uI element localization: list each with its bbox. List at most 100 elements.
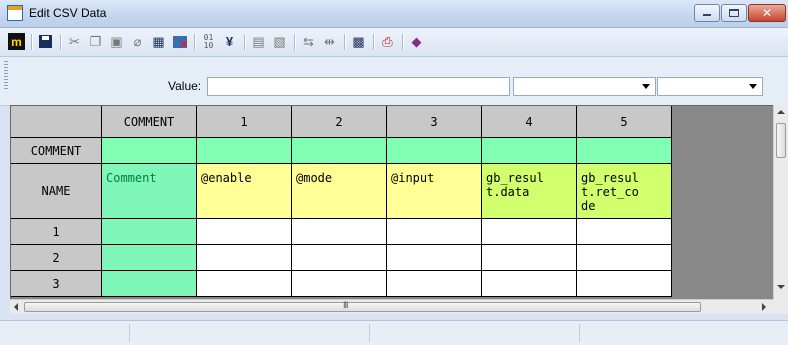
maximize-icon: [729, 9, 739, 17]
toolbar-grip[interactable]: [4, 61, 8, 91]
vertical-scroll-thumb[interactable]: [776, 123, 786, 158]
row-header[interactable]: NAME: [11, 164, 102, 219]
value-label: Value:: [168, 79, 202, 93]
grid-cell[interactable]: [102, 271, 197, 297]
grid-cell[interactable]: [197, 271, 292, 297]
toolbar-separator: [294, 34, 296, 50]
grid-cell[interactable]: [577, 219, 672, 245]
grid-cell[interactable]: gb_resul t.data: [482, 164, 577, 219]
status-bar: [0, 320, 788, 345]
value-combo-1[interactable]: [513, 77, 656, 96]
toolbar-separator: [60, 34, 62, 50]
chevron-down-icon[interactable]: [749, 84, 757, 89]
chevron-down-icon[interactable]: [642, 84, 650, 89]
paste-icon[interactable]: ▣: [108, 33, 125, 50]
toolbar-separator: [31, 34, 33, 50]
close-button[interactable]: ✕: [748, 4, 786, 22]
toolbar: m ✂ ❐ ▣ ⌀ ▦ ✕ 01 10 ¥ ▤ ▧ ⇆ ⇹ ▩ ⎙ ◆: [0, 28, 788, 57]
toolbar-separator: [402, 34, 404, 50]
grid-cell[interactable]: [102, 138, 197, 164]
grid-cell[interactable]: @mode: [292, 164, 387, 219]
grid-cell[interactable]: [102, 245, 197, 271]
export-icon[interactable]: ▧: [271, 33, 288, 50]
status-pane: [0, 324, 130, 342]
grid-cell[interactable]: [292, 271, 387, 297]
toolbar-separator: [373, 34, 375, 50]
horizontal-scrollbar[interactable]: III: [10, 299, 773, 314]
grid-cell[interactable]: [102, 219, 197, 245]
copy-icon[interactable]: ❐: [87, 33, 104, 50]
column-header[interactable]: 1: [197, 106, 292, 138]
grid-cell[interactable]: [292, 138, 387, 164]
grid-cell[interactable]: [197, 138, 292, 164]
delete-sheet-icon[interactable]: ✕: [171, 33, 189, 50]
scroll-up-icon[interactable]: [777, 110, 785, 114]
column-header[interactable]: 4: [482, 106, 577, 138]
row-header[interactable]: 2: [11, 245, 102, 271]
grid-corner[interactable]: [11, 106, 102, 138]
grid-cell[interactable]: [387, 138, 482, 164]
grid-icon[interactable]: ▦: [150, 33, 167, 50]
cut-icon[interactable]: ✂: [66, 33, 83, 50]
print-icon[interactable]: ⎙: [379, 33, 396, 50]
grid-cell[interactable]: [387, 219, 482, 245]
toolbar-separator: [194, 34, 196, 50]
grid-cell[interactable]: [482, 271, 577, 297]
toolbar-separator: [344, 34, 346, 50]
vertical-scrollbar[interactable]: [773, 105, 788, 299]
grid-cell[interactable]: [387, 271, 482, 297]
maximize-button[interactable]: [721, 4, 747, 22]
status-pane: [370, 324, 580, 342]
window-title: Edit CSV Data: [29, 6, 107, 20]
grid-cell[interactable]: [577, 271, 672, 297]
scrollbar-corner: [773, 299, 788, 314]
grid-cell[interactable]: [197, 219, 292, 245]
row-header[interactable]: 3: [11, 271, 102, 297]
status-pane: [130, 324, 370, 342]
grid-cell[interactable]: [292, 245, 387, 271]
scroll-right-icon[interactable]: [762, 303, 766, 311]
column-header[interactable]: 2: [292, 106, 387, 138]
link-icon[interactable]: ⇆: [300, 33, 317, 50]
minimize-button[interactable]: [694, 4, 720, 22]
grid-cell[interactable]: [482, 219, 577, 245]
save-icon[interactable]: [37, 33, 54, 50]
app-logo-icon[interactable]: m: [8, 33, 25, 50]
import-icon[interactable]: ▤: [250, 33, 267, 50]
grid-cell[interactable]: @enable: [197, 164, 292, 219]
book-icon[interactable]: ◆: [408, 33, 425, 50]
row-header[interactable]: 1: [11, 219, 102, 245]
eraser-icon[interactable]: ⌀: [129, 33, 146, 50]
scroll-down-icon[interactable]: [777, 285, 785, 289]
value-bar: Value:: [0, 57, 788, 106]
grid-cell[interactable]: [292, 219, 387, 245]
title-bar[interactable]: Edit CSV Data ✕: [0, 0, 788, 28]
currency-icon[interactable]: ¥: [221, 33, 238, 50]
value-input[interactable]: [207, 77, 510, 96]
column-header[interactable]: COMMENT: [102, 106, 197, 138]
close-icon: ✕: [762, 6, 773, 20]
value-combo-2[interactable]: [657, 77, 763, 96]
grid-cell[interactable]: gb_resul t.ret_co de: [577, 164, 672, 219]
table-settings-icon[interactable]: ▩: [350, 33, 367, 50]
scroll-left-icon[interactable]: [14, 303, 18, 311]
grid-cell[interactable]: [482, 138, 577, 164]
grid-cell[interactable]: [577, 138, 672, 164]
grid-cell[interactable]: @input: [387, 164, 482, 219]
toolbar-separator: [244, 34, 246, 50]
column-header[interactable]: 3: [387, 106, 482, 138]
binary-icon[interactable]: 01 10: [200, 33, 217, 50]
grid-cell[interactable]: [197, 245, 292, 271]
grid-cell[interactable]: [482, 245, 577, 271]
horizontal-scroll-thumb[interactable]: III: [24, 300, 701, 312]
scroll-thumb-grip: III: [343, 300, 348, 310]
grid-cell[interactable]: Comment: [102, 164, 197, 219]
unlink-icon[interactable]: ⇹: [321, 33, 338, 50]
grid-cell[interactable]: [577, 245, 672, 271]
table-app-icon: [7, 5, 23, 21]
column-header[interactable]: 5: [577, 106, 672, 138]
csv-grid[interactable]: COMMENT 1 2 3 4 5 COMMENT NAME Comment @enable @mo…: [10, 105, 781, 301]
minimize-icon: [703, 14, 711, 16]
grid-cell[interactable]: [387, 245, 482, 271]
row-header[interactable]: COMMENT: [11, 138, 102, 164]
